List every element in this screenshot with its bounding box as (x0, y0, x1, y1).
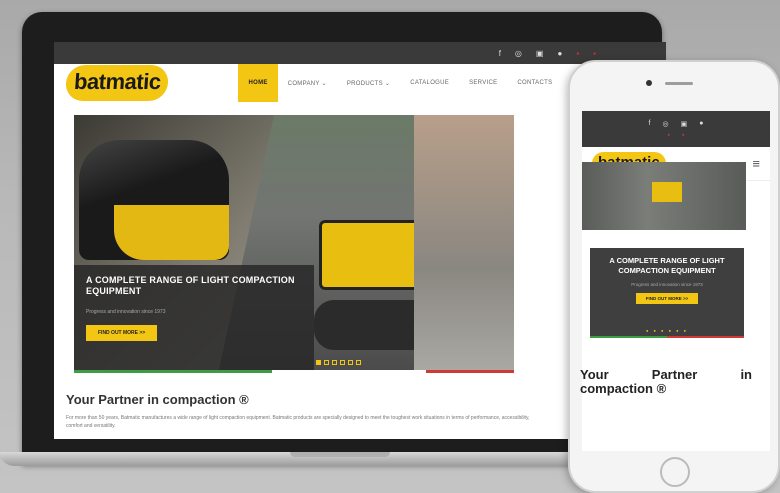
linkedin-icon[interactable]: ▣ (681, 120, 688, 128)
mobile-top-bar: f ◎ ▣ ● ▪ ▪ (582, 111, 770, 147)
desktop-top-bar: f ◎ ▣ ● ▪ ▪ (54, 42, 666, 64)
laptop-frame: f ◎ ▣ ● ▪ ▪ batmatic HOME COMPANY ⌄ PROD… (22, 12, 666, 464)
section-heading: Your Partner in compaction ® (66, 392, 249, 407)
flag-uk-icon[interactable]: ▪ (593, 49, 596, 58)
speaker-grille (665, 82, 693, 85)
camera-icon (646, 80, 652, 86)
menu-home[interactable]: HOME (238, 64, 278, 102)
flag-uk-icon[interactable]: ▪ (682, 132, 684, 139)
mobile-hero-title: A COMPLETE RANGE OF LIGHT COMPACTION EQU… (609, 256, 725, 275)
slider-dot[interactable] (324, 360, 329, 365)
youtube-icon[interactable]: ● (699, 120, 703, 128)
slider-dot[interactable] (316, 360, 321, 365)
menu-catalogue[interactable]: CATALOGUE (400, 64, 459, 102)
roller-machine-image (652, 182, 682, 202)
mobile-slider-dots[interactable]: ● ● ● ● ● ● (646, 328, 688, 333)
laptop-notch (290, 452, 390, 457)
find-out-more-button[interactable]: FIND OUT MORE >> (86, 325, 158, 341)
batmatic-logo[interactable]: batmatic (64, 65, 170, 101)
menu-company[interactable]: COMPANY ⌄ (278, 64, 337, 102)
home-button[interactable] (660, 457, 690, 487)
mobile-hero-caption: A COMPLETE RANGE OF LIGHT COMPACTION EQU… (590, 248, 744, 336)
hero-title: A COMPLETE RANGE OF LIGHT COMPACTION EQU… (86, 275, 295, 296)
hamburger-menu-icon[interactable]: ≡ (752, 156, 760, 171)
menu-contacts[interactable]: CONTACTS (507, 64, 562, 102)
hero-caption: A COMPLETE RANGE OF LIGHT COMPACTION EQU… (74, 265, 314, 370)
heading-word: Partner (651, 367, 698, 382)
mobile-section-heading: Your Partner in compaction ® (580, 368, 752, 396)
mobile-hero-image[interactable] (582, 162, 746, 230)
slider-dot[interactable] (356, 360, 361, 365)
mobile-hero-subtitle: Progress and innovation since 1973 (631, 282, 703, 287)
menu-service[interactable]: SERVICE (459, 64, 507, 102)
main-menu: HOME COMPANY ⌄ PRODUCTS ⌄ CATALOGUE SERV… (238, 64, 591, 102)
slider-dot[interactable] (332, 360, 337, 365)
facebook-icon[interactable]: f (649, 120, 651, 128)
hero-subtitle: Progress and innovation since 1973 (86, 309, 166, 315)
machine-yellow-body (114, 205, 229, 260)
intro-paragraph: For more than 50 years, Batmatic manufac… (66, 415, 530, 429)
instagram-icon[interactable]: ◎ (515, 49, 522, 58)
slider-dots (316, 360, 361, 365)
slider-dot[interactable] (340, 360, 345, 365)
youtube-icon[interactable]: ● (557, 49, 562, 58)
heading-word: in (740, 367, 752, 382)
heading-line: compaction ® (580, 381, 667, 396)
flag-italy-icon[interactable]: ▪ (668, 132, 670, 139)
mobile-find-out-more-button[interactable]: FIND OUT MORE >> (635, 293, 699, 304)
instagram-icon[interactable]: ◎ (662, 120, 668, 128)
menu-products[interactable]: PRODUCTS ⌄ (337, 64, 400, 102)
slider-dot[interactable] (348, 360, 353, 365)
phone-frame: f ◎ ▣ ● ▪ ▪ batmatic ≡ A COMPLETE RANGE … (568, 60, 780, 493)
heading-word: Your (580, 367, 609, 382)
flag-italy-icon[interactable]: ▪ (576, 49, 579, 58)
italian-flag-stripe (74, 370, 514, 373)
italian-flag-stripe (590, 336, 744, 338)
facebook-icon[interactable]: f (499, 49, 501, 58)
hero-photo-panel (414, 115, 514, 370)
linkedin-icon[interactable]: ▣ (536, 49, 544, 58)
